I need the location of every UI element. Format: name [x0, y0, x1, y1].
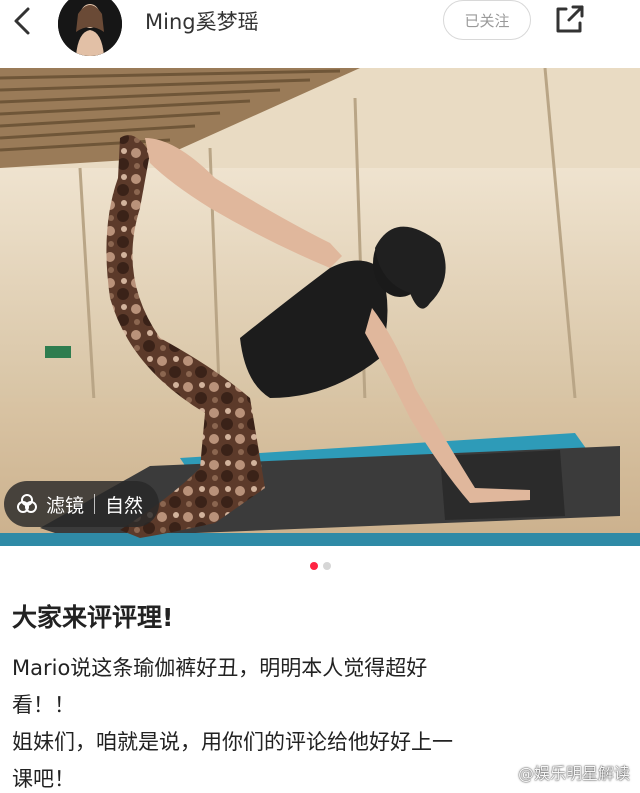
post-body-line: 姐妹们，咱就是说，用你们的评论给他好好上一: [12, 730, 453, 754]
follow-button[interactable]: 已关注: [443, 0, 531, 40]
post-image[interactable]: [0, 68, 640, 546]
post-body-line: Mario说这条瑜伽裤好丑，明明本人觉得超好: [12, 656, 428, 680]
share-icon: [556, 5, 584, 33]
post-detail-screen: Ming奚梦瑶 已关注 滤镜 自然 大家来评评理! Mario说这条瑜伽裤好丑，…: [0, 0, 640, 793]
watermark-text: @娱乐明星解读: [517, 764, 630, 783]
filter-value: 自然: [105, 494, 144, 517]
image-pager: [0, 562, 640, 570]
filter-label: 滤镜: [46, 494, 85, 517]
pager-dot[interactable]: [322, 562, 331, 570]
author-name[interactable]: Ming奚梦瑶: [145, 6, 259, 36]
post-header: Ming奚梦瑶 已关注: [0, 0, 640, 56]
chevron-left-icon: [14, 7, 30, 35]
pager-dot-active[interactable]: [309, 562, 318, 570]
post-title: 大家来评评理!: [12, 603, 174, 632]
share-button[interactable]: [551, 2, 587, 38]
post-body-line: 看！！: [12, 693, 75, 717]
divider: [94, 494, 96, 514]
filter-icon: [17, 494, 37, 513]
back-button[interactable]: [6, 4, 40, 38]
watermark: @娱乐明星解读: [518, 760, 630, 784]
filter-badge[interactable]: 滤镜 自然: [4, 481, 160, 527]
author-avatar[interactable]: [58, 0, 122, 56]
